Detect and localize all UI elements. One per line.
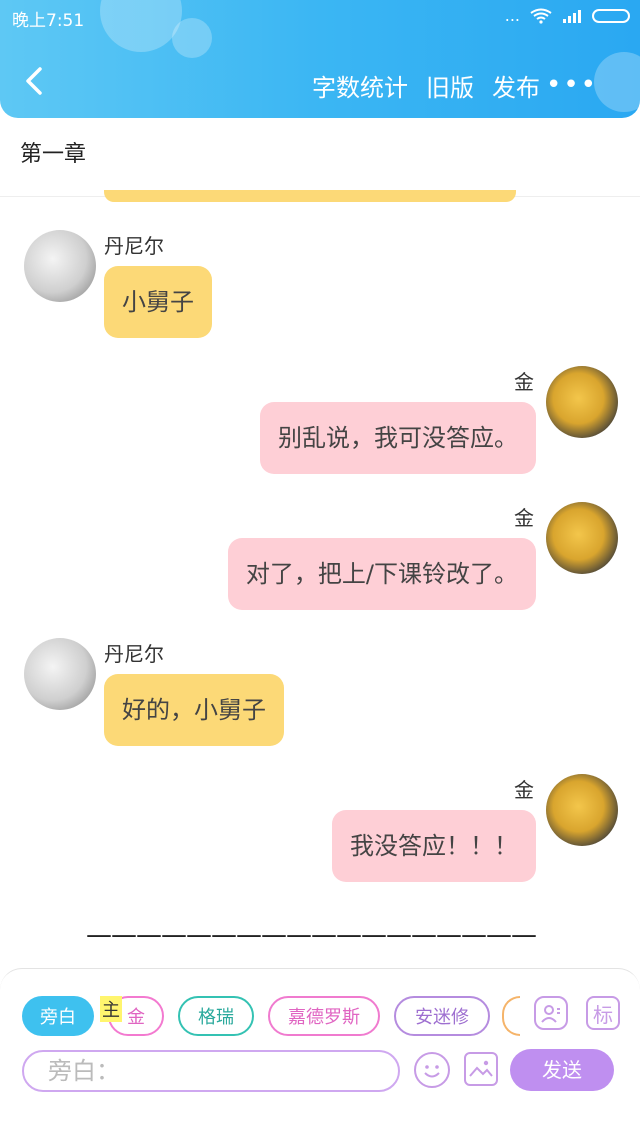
- wifi-icon: [530, 8, 552, 24]
- header-actions: 字数统计 旧版 发布: [312, 68, 540, 103]
- avatar[interactable]: [546, 774, 618, 846]
- tag-button[interactable]: 标: [586, 996, 620, 1030]
- message-bubble[interactable]: 对了，把上/下课铃改了。: [227, 538, 536, 610]
- header-bar: 晚上7:51 ... 字数统计 旧版 发布 •••: [0, 0, 640, 118]
- status-time: 晚上7:51: [12, 11, 85, 31]
- decor-bubble: [100, 0, 182, 52]
- decor-bubble: [594, 52, 640, 112]
- image-icon[interactable]: [464, 1052, 498, 1086]
- role-chip[interactable]: 嘉德罗斯: [268, 996, 380, 1036]
- send-button[interactable]: 发送: [510, 1049, 614, 1091]
- message-input[interactable]: 旁白：: [22, 1050, 400, 1092]
- role-chip[interactable]: 安迷修: [394, 996, 490, 1036]
- main-role-badge: 主: [100, 996, 122, 1022]
- sender-name: 金: [514, 778, 534, 802]
- old-version-button[interactable]: 旧版: [426, 68, 474, 103]
- cell-signal-icon: [563, 9, 581, 23]
- sender-name: 丹尼尔: [104, 234, 164, 258]
- message-bubble[interactable]: 小舅子: [104, 266, 212, 338]
- separator-line: ——————————————————: [86, 920, 537, 950]
- avatar[interactable]: [24, 230, 96, 302]
- role-chip-narrator[interactable]: 旁白: [22, 996, 94, 1036]
- sender-name: 丹尼尔: [104, 642, 164, 666]
- word-count-button[interactable]: 字数统计: [312, 68, 408, 103]
- previous-message-bubble: [104, 190, 516, 202]
- avatar[interactable]: [546, 502, 618, 574]
- decor-bubble: [172, 18, 212, 58]
- signal-dots: ...: [504, 6, 520, 25]
- message-bubble[interactable]: 别乱说，我可没答应。: [260, 402, 536, 474]
- chapter-title[interactable]: 第一章: [20, 136, 86, 168]
- message-bubble[interactable]: 我没答应！！！: [332, 810, 536, 882]
- battery-icon: [592, 8, 630, 23]
- sender-name: 金: [514, 370, 534, 394]
- role-chip[interactable]: 格瑞: [178, 996, 254, 1036]
- emoji-icon[interactable]: [414, 1052, 450, 1088]
- status-icons: ...: [505, 6, 630, 25]
- publish-button[interactable]: 发布: [492, 68, 540, 103]
- sender-name: 金: [514, 506, 534, 530]
- chevron-left-icon[interactable]: [20, 66, 50, 96]
- character-icon[interactable]: [534, 996, 568, 1030]
- avatar[interactable]: [24, 638, 96, 710]
- more-icon[interactable]: •••: [546, 70, 598, 100]
- avatar[interactable]: [546, 366, 618, 438]
- message-bubble[interactable]: 好的，小舅子: [104, 674, 284, 746]
